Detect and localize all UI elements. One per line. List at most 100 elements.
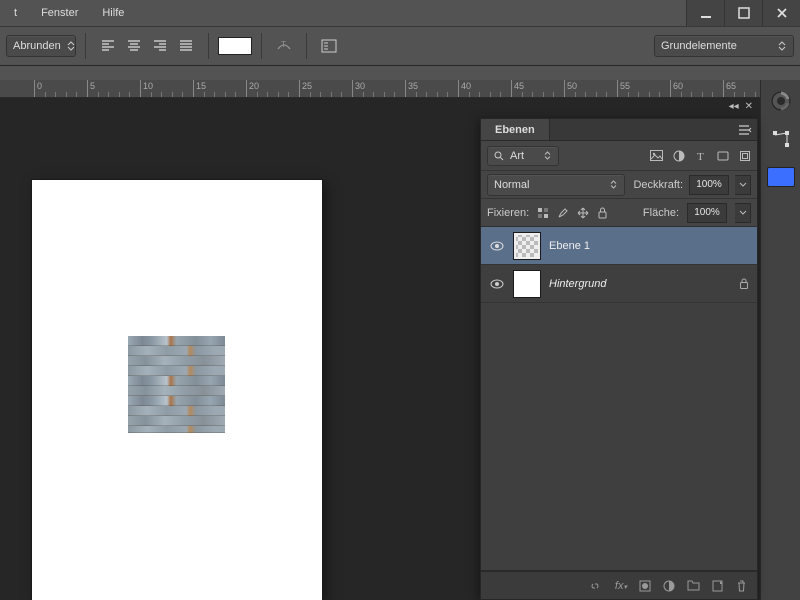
link-layers-icon[interactable]	[589, 581, 603, 591]
divider	[261, 33, 262, 59]
warp-text-button[interactable]: T	[271, 34, 297, 58]
filter-smart-icon[interactable]	[739, 150, 751, 162]
ruler-tick-label: 45	[514, 81, 524, 91]
filter-type-icon[interactable]: T	[695, 150, 707, 162]
ruler-tick-label: 10	[143, 81, 153, 91]
dropdown-arrows-icon	[777, 41, 787, 51]
menu-item-partial[interactable]: t	[2, 0, 29, 26]
svg-text:T: T	[697, 151, 704, 162]
ruler-tick-label: 50	[567, 81, 577, 91]
ruler-tick-label: 25	[302, 81, 312, 91]
ruler-tick-label: 55	[620, 81, 630, 91]
fill-label: Fläche:	[643, 207, 679, 219]
fx-icon[interactable]: fx▾	[615, 580, 627, 592]
lock-label: Fixieren:	[487, 207, 529, 219]
filter-image-icon[interactable]	[650, 150, 663, 162]
visibility-toggle[interactable]	[489, 238, 505, 254]
dropdown-arrows-icon	[542, 151, 552, 160]
panel-tabbar: Ebenen	[481, 119, 757, 141]
lock-pixels-icon[interactable]	[537, 207, 549, 219]
panel-menu-button[interactable]	[733, 119, 757, 140]
align-left-button[interactable]	[95, 34, 121, 58]
blend-mode-dropdown[interactable]: Normal	[487, 174, 625, 196]
svg-text:T: T	[281, 40, 286, 49]
fill-value[interactable]: 100%	[687, 203, 727, 223]
texture-layer-preview	[128, 336, 225, 433]
minimize-button[interactable]	[686, 0, 724, 26]
maximize-button[interactable]	[724, 0, 762, 26]
menubar: t Fenster Hilfe	[0, 0, 800, 26]
opacity-dropdown-arrow[interactable]	[735, 175, 751, 195]
layers-panel-footer: fx▾	[481, 571, 757, 599]
node-tool-icon[interactable]	[766, 124, 796, 154]
ruler-tick-label: 20	[249, 81, 259, 91]
color-wheel-icon[interactable]	[766, 86, 796, 116]
divider	[85, 33, 86, 59]
divider	[306, 33, 307, 59]
dropdown-arrows-icon	[67, 41, 75, 51]
lock-fill-row: Fixieren: Fläche: 100%	[481, 199, 757, 227]
layers-panel: ◂◂ ✕ Ebenen Art T Normal Deckkraft: 100%…	[480, 118, 758, 600]
text-color-swatch[interactable]	[218, 37, 252, 55]
ruler-tick-label: 0	[37, 81, 42, 91]
workspace-label: Grundelemente	[661, 40, 737, 52]
layer-name[interactable]: Hintergrund	[549, 278, 606, 290]
paragraph-panel-button[interactable]	[316, 34, 342, 58]
horizontal-ruler[interactable]: 0510152025303540455055606570	[0, 80, 760, 98]
layer-thumbnail[interactable]	[513, 232, 541, 260]
lock-all-icon[interactable]	[597, 207, 608, 219]
filter-icons: T	[650, 150, 751, 162]
fill-dropdown-arrow[interactable]	[735, 203, 751, 223]
trash-icon[interactable]	[736, 580, 747, 592]
align-right-button[interactable]	[147, 34, 173, 58]
layers-list: Ebene 1 Hintergrund	[481, 227, 757, 571]
search-icon	[494, 151, 504, 161]
dropdown-arrows-icon	[608, 180, 618, 189]
group-icon[interactable]	[687, 580, 700, 591]
layer-row[interactable]: Hintergrund	[481, 265, 757, 303]
blend-mode-label: Normal	[494, 179, 529, 191]
rounding-dropdown[interactable]: Abrunden	[6, 35, 76, 57]
layer-name[interactable]: Ebene 1	[549, 240, 590, 252]
filter-shape-icon[interactable]	[717, 150, 729, 162]
opacity-label: Deckkraft:	[633, 179, 683, 191]
filter-type-label: Art	[510, 150, 524, 162]
lock-move-icon[interactable]	[577, 207, 589, 219]
workspace-dropdown[interactable]: Grundelemente	[654, 35, 794, 57]
ruler-tick-label: 30	[355, 81, 365, 91]
panel-collapse-icon[interactable]: ◂◂	[729, 101, 739, 112]
ruler-tick-label: 15	[196, 81, 206, 91]
mask-icon[interactable]	[639, 580, 651, 592]
ruler-tick-label: 40	[461, 81, 471, 91]
filter-adjust-icon[interactable]	[673, 150, 685, 162]
align-group	[95, 34, 199, 58]
panel-close-icon[interactable]: ✕	[745, 101, 753, 112]
new-layer-icon[interactable]	[712, 580, 724, 592]
adjustment-icon[interactable]	[663, 580, 675, 592]
right-tool-strip	[760, 80, 800, 600]
foreground-color-swatch[interactable]	[766, 162, 796, 192]
rounding-label: Abrunden	[13, 40, 61, 52]
ruler-tick-label: 35	[408, 81, 418, 91]
align-center-button[interactable]	[121, 34, 147, 58]
visibility-toggle[interactable]	[489, 276, 505, 292]
lock-icon	[739, 278, 749, 289]
layer-thumbnail[interactable]	[513, 270, 541, 298]
document-canvas[interactable]	[32, 180, 322, 600]
menu-item-hilfe[interactable]: Hilfe	[90, 0, 136, 26]
ruler-tick-label: 60	[673, 81, 683, 91]
opacity-value[interactable]: 100%	[689, 175, 729, 195]
close-button[interactable]	[762, 0, 800, 26]
filter-type-dropdown[interactable]: Art	[487, 146, 559, 166]
divider	[208, 33, 209, 59]
options-bar: Abrunden T Grundelemente	[0, 26, 800, 66]
align-justify-button[interactable]	[173, 34, 199, 58]
lock-brush-icon[interactable]	[557, 207, 569, 219]
blend-opacity-row: Normal Deckkraft: 100%	[481, 171, 757, 199]
ruler-tick-label: 5	[90, 81, 95, 91]
panel-controls: ◂◂ ✕	[729, 101, 753, 112]
layer-row[interactable]: Ebene 1	[481, 227, 757, 265]
layers-tab[interactable]: Ebenen	[481, 119, 550, 140]
menu-item-fenster[interactable]: Fenster	[29, 0, 90, 26]
ruler-tick-label: 65	[726, 81, 736, 91]
